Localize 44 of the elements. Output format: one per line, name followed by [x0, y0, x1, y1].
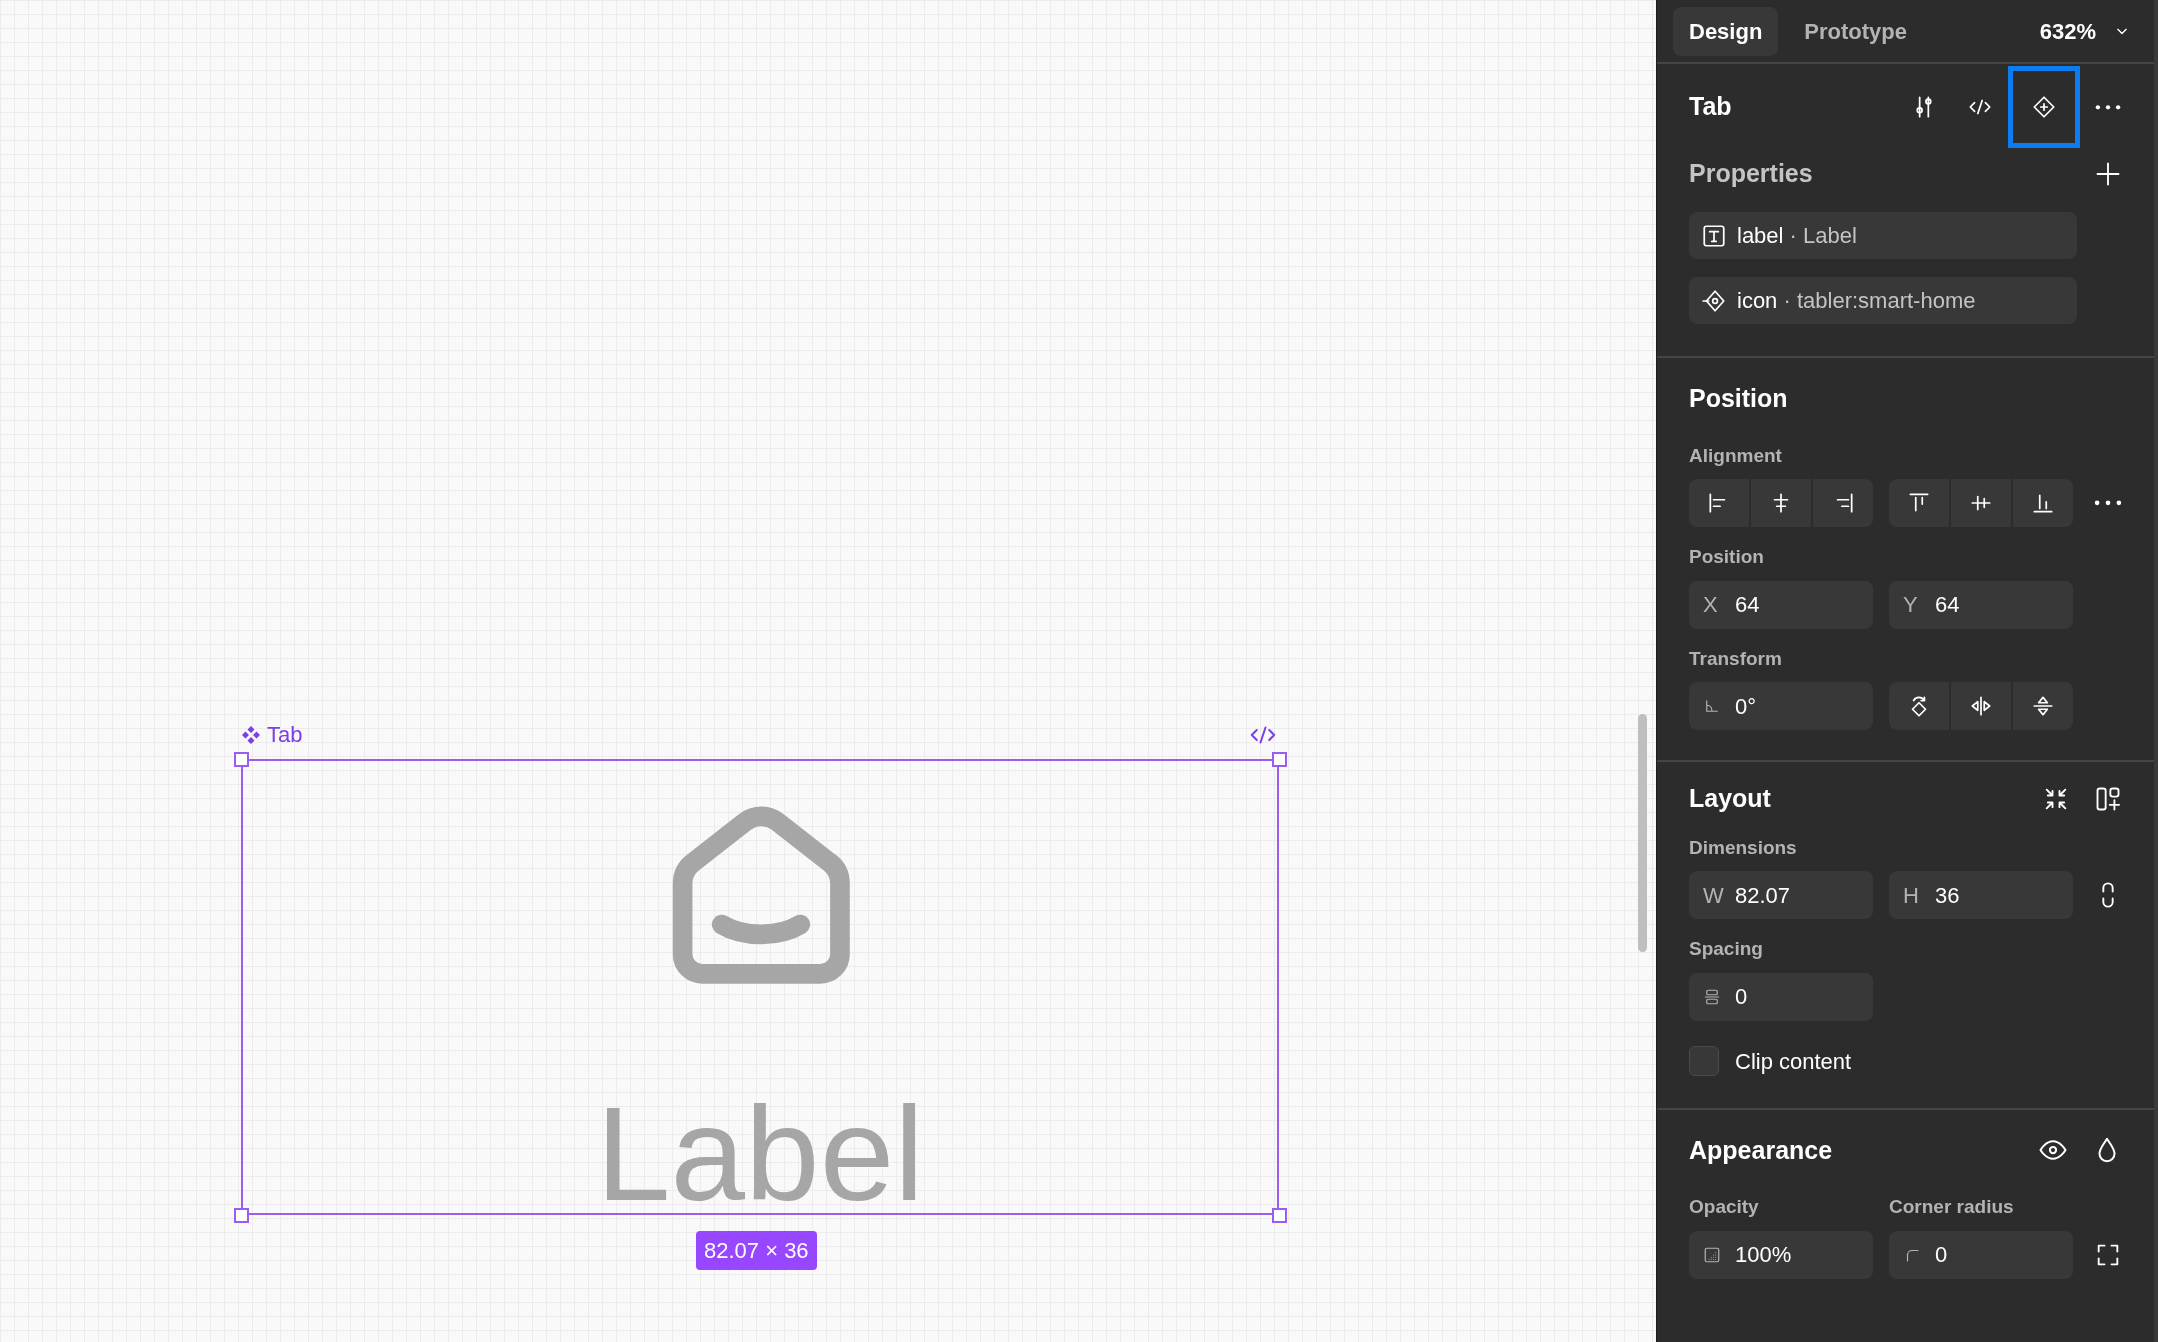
- resize-handle[interactable]: [1272, 1208, 1287, 1223]
- section-title: Appearance: [1689, 1134, 1833, 1166]
- frame-name[interactable]: Tab: [267, 718, 303, 751]
- field-label: Position: [1689, 545, 1765, 569]
- component-name: Tab: [1689, 91, 1732, 123]
- more-button[interactable]: [2094, 500, 2122, 506]
- rotation-field[interactable]: 0°: [1689, 682, 1873, 730]
- field-label: Dimensions: [1689, 835, 1798, 860]
- more-icon: [2095, 104, 2121, 110]
- field-label: Corner radius: [1889, 1195, 2014, 1219]
- add-button[interactable]: [2094, 160, 2122, 188]
- toolbar-button[interactable]: [2008, 66, 2080, 148]
- diamond-target-icon: [1701, 287, 1727, 314]
- radius-field[interactable]: 0: [1889, 1230, 2073, 1279]
- number-field[interactable]: Y 64: [1889, 580, 2073, 629]
- property-row[interactable]: label · Label: [1689, 212, 2077, 259]
- resize-handle[interactable]: [234, 1208, 249, 1223]
- panel-tab[interactable]: Design: [1673, 6, 1779, 56]
- section-title: Position: [1689, 383, 1789, 414]
- number-field[interactable]: W 82.07: [1689, 871, 1873, 919]
- checkbox-label: Clip content: [1735, 1047, 1852, 1076]
- field-label: Transform: [1689, 646, 1783, 671]
- property-row[interactable]: icon · tabler:smart-home: [1689, 277, 2077, 324]
- size-badge: 82.07 × 36: [696, 1231, 817, 1270]
- opacity-field[interactable]: 100%: [1689, 1230, 1873, 1279]
- field-label: Alignment: [1689, 443, 1783, 468]
- component-icon: [241, 724, 261, 745]
- text-icon: [1701, 222, 1727, 249]
- field-label: Spacing: [1689, 937, 1764, 961]
- section-title: Layout: [1689, 783, 1771, 814]
- scrollbar[interactable]: [1638, 714, 1647, 952]
- zoom-dropdown[interactable]: 632%: [2033, 13, 2138, 49]
- spacing-field[interactable]: 0: [1689, 972, 1873, 1021]
- section-title: Properties: [1689, 158, 1813, 190]
- resize-handle[interactable]: [1272, 752, 1287, 767]
- resize-handle[interactable]: [234, 752, 249, 767]
- panel-tab[interactable]: Prototype: [1788, 6, 1924, 56]
- more-icon: [2094, 500, 2122, 506]
- diamond-plus-icon: [2031, 94, 2057, 120]
- number-field[interactable]: H 36: [1889, 871, 2073, 919]
- plus-icon: [2094, 160, 2122, 188]
- checkbox[interactable]: [1689, 1046, 1719, 1076]
- number-field[interactable]: X 64: [1689, 580, 1873, 629]
- field-label: Opacity: [1689, 1195, 1760, 1219]
